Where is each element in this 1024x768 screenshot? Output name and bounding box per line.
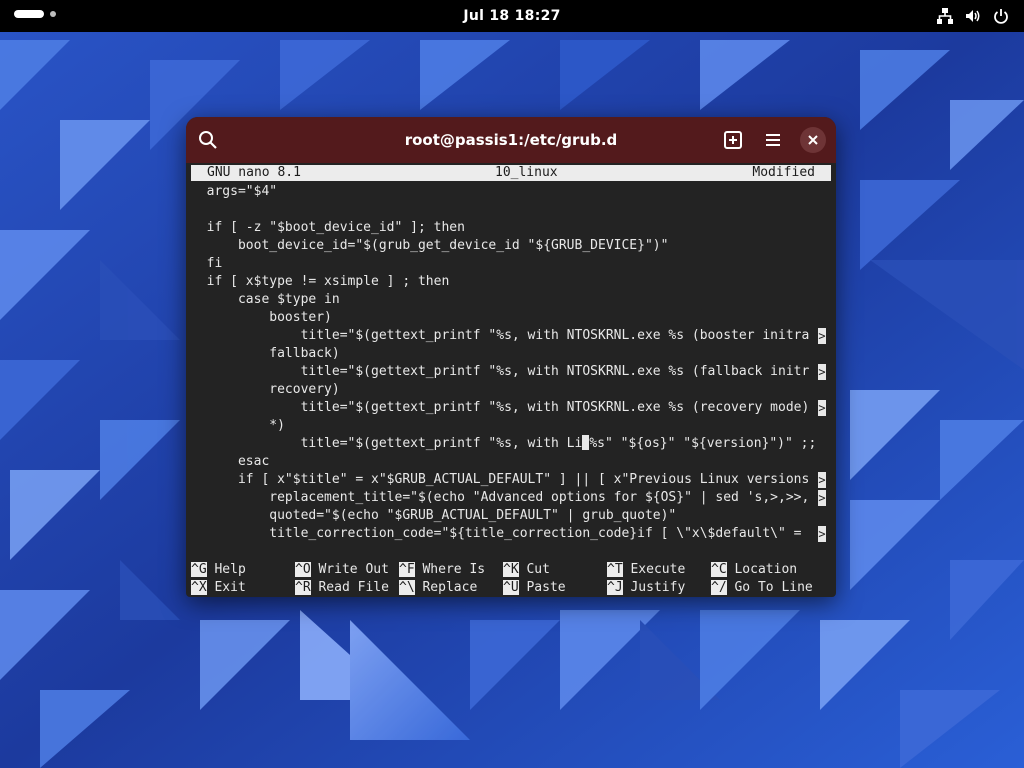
terminal-headerbar[interactable]: root@passis1:/etc/grub.d bbox=[186, 117, 836, 163]
shortcut-where-is: ^F Where Is bbox=[399, 561, 485, 579]
shortcut-go-to-line: ^/ Go To Line bbox=[711, 579, 813, 597]
editor-line: quoted="$(echo "$GRUB_ACTUAL_DEFAULT" | … bbox=[191, 507, 831, 525]
editor-line: replacement_title="$(echo "Advanced opti… bbox=[191, 489, 831, 507]
editor-line: title="$(gettext_printf "%s, with NTOSKR… bbox=[191, 399, 831, 417]
line-text: *) bbox=[191, 418, 285, 433]
line-truncation-marker: > bbox=[818, 400, 826, 416]
line-text: esac bbox=[191, 454, 270, 469]
network-icon[interactable] bbox=[936, 7, 954, 25]
shortcut-replace: ^\ Replace bbox=[399, 579, 477, 597]
editor-line: title="$(gettext_printf "%s, with Li %s" … bbox=[191, 435, 831, 453]
shortcut-label: Write Out bbox=[310, 562, 389, 577]
editor-line: if [ x$type != xsimple ] ; then bbox=[191, 273, 831, 291]
line-truncation-marker: > bbox=[818, 364, 826, 380]
line-text: booster) bbox=[191, 310, 332, 325]
close-button[interactable] bbox=[800, 127, 826, 153]
shortcut-key: ^U bbox=[503, 580, 519, 595]
line-text: if [ x"$title" = x"$GRUB_ACTUAL_DEFAULT"… bbox=[191, 472, 810, 487]
line-text: args="$4" bbox=[191, 184, 278, 199]
line-text: title="$(gettext_printf "%s, with NTOSKR… bbox=[191, 364, 810, 379]
shortcut-key: ^G bbox=[191, 562, 207, 577]
menu-icon[interactable] bbox=[761, 128, 785, 152]
shortcut-label: Exit bbox=[206, 580, 246, 595]
editor-line: *) bbox=[191, 417, 831, 435]
line-text: replacement_title="$(echo "Advanced opti… bbox=[191, 490, 810, 505]
editor-line: if [ -z "$boot_device_id" ]; then bbox=[191, 219, 831, 237]
line-text: title_correction_code="${title_correctio… bbox=[191, 526, 810, 541]
shortcut-key: ^J bbox=[607, 580, 623, 595]
shortcut-label: Replace bbox=[414, 580, 478, 595]
line-text: if [ x$type != xsimple ] ; then bbox=[191, 274, 450, 289]
line-text: fi bbox=[191, 256, 223, 271]
shortcut-label: Read File bbox=[310, 580, 389, 595]
new-tab-icon[interactable] bbox=[721, 128, 745, 152]
shortcut-exit: ^X Exit bbox=[191, 579, 246, 597]
shortcut-justify: ^J Justify bbox=[607, 579, 685, 597]
nano-filename: 10_linux bbox=[495, 165, 558, 180]
shortcut-key: ^\ bbox=[399, 580, 415, 595]
line-text-after-cursor: %s" "${os}" "${version}")" ;; bbox=[589, 436, 817, 451]
shortcut-write-out: ^O Write Out bbox=[295, 561, 389, 579]
line-text: title="$(gettext_printf "%s, with Li bbox=[191, 436, 583, 451]
terminal-screen[interactable]: GNU nano 8.1 10_linux Modified args="$4"… bbox=[191, 163, 831, 597]
line-text: quoted="$(echo "$GRUB_ACTUAL_DEFAULT" | … bbox=[191, 508, 677, 523]
line-text: case $type in bbox=[191, 292, 340, 307]
shortcut-key: ^X bbox=[191, 580, 207, 595]
editor-line: title="$(gettext_printf "%s, with NTOSKR… bbox=[191, 327, 831, 345]
shortcut-read-file: ^R Read File bbox=[295, 579, 389, 597]
volume-icon[interactable] bbox=[964, 7, 982, 25]
power-icon[interactable] bbox=[992, 7, 1010, 25]
shortcut-label: Go To Line bbox=[726, 580, 813, 595]
editor-line: case $type in bbox=[191, 291, 831, 309]
line-text: title="$(gettext_printf "%s, with NTOSKR… bbox=[191, 328, 810, 343]
shortcut-key: ^/ bbox=[711, 580, 727, 595]
editor-line: args="$4" bbox=[191, 183, 831, 201]
nano-version: GNU nano 8.1 bbox=[207, 165, 301, 180]
nano-status: Modified bbox=[752, 165, 815, 180]
editor-line: title="$(gettext_printf "%s, with NTOSKR… bbox=[191, 363, 831, 381]
shortcut-help: ^G Help bbox=[191, 561, 246, 579]
shortcut-key: ^C bbox=[711, 562, 727, 577]
editor-line: esac bbox=[191, 453, 831, 471]
shortcut-key: ^R bbox=[295, 580, 311, 595]
editor-line: boot_device_id="$(grub_get_device_id "${… bbox=[191, 237, 831, 255]
shortcut-key: ^T bbox=[607, 562, 623, 577]
clock[interactable]: Jul 18 18:27 bbox=[0, 0, 1024, 32]
editor-line: recovery) bbox=[191, 381, 831, 399]
shortcut-paste: ^U Paste bbox=[503, 579, 566, 597]
editor-line: fi bbox=[191, 255, 831, 273]
line-truncation-marker: > bbox=[818, 526, 826, 542]
top-bar: Jul 18 18:27 bbox=[0, 0, 1024, 32]
line-text: boot_device_id="$(grub_get_device_id "${… bbox=[191, 238, 669, 253]
line-text: recovery) bbox=[191, 382, 340, 397]
shortcut-key: ^K bbox=[503, 562, 519, 577]
shortcut-label: Cut bbox=[518, 562, 550, 577]
shortcut-location: ^C Location bbox=[711, 561, 797, 579]
editor-line: booster) bbox=[191, 309, 831, 327]
close-icon bbox=[808, 135, 818, 145]
nano-title-bar: GNU nano 8.1 10_linux Modified bbox=[191, 165, 831, 181]
line-truncation-marker: > bbox=[818, 328, 826, 344]
shortcut-label: Location bbox=[726, 562, 798, 577]
line-text: title="$(gettext_printf "%s, with NTOSKR… bbox=[191, 400, 810, 415]
line-text: if [ -z "$boot_device_id" ]; then bbox=[191, 220, 465, 235]
shortcut-key: ^F bbox=[399, 562, 415, 577]
terminal-window[interactable]: root@passis1:/etc/grub.d GNU nano 8.1 10… bbox=[186, 117, 836, 597]
shortcut-key: ^O bbox=[295, 562, 311, 577]
shortcut-cut: ^K Cut bbox=[503, 561, 550, 579]
shortcut-label: Where Is bbox=[414, 562, 486, 577]
shortcut-label: Justify bbox=[622, 580, 686, 595]
line-truncation-marker: > bbox=[818, 490, 826, 506]
editor-line: fallback) bbox=[191, 345, 831, 363]
shortcut-label: Execute bbox=[622, 562, 686, 577]
line-text: fallback) bbox=[191, 346, 340, 361]
line-truncation-marker: > bbox=[818, 472, 826, 488]
editor-line: title_correction_code="${title_correctio… bbox=[191, 525, 831, 543]
shortcut-execute: ^T Execute bbox=[607, 561, 685, 579]
shortcut-label: Paste bbox=[518, 580, 566, 595]
shortcut-label: Help bbox=[206, 562, 246, 577]
editor-line: if [ x"$title" = x"$GRUB_ACTUAL_DEFAULT"… bbox=[191, 471, 831, 489]
